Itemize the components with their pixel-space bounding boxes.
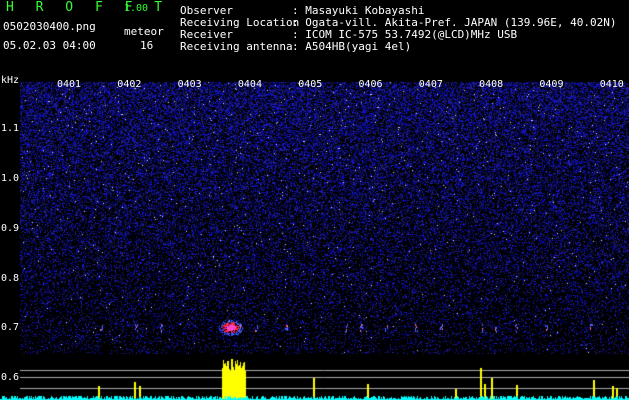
time-tick-0401: 0401	[57, 79, 82, 90]
time-tick-0404: 0404	[237, 79, 262, 90]
meteor-count: 16	[140, 39, 154, 52]
version: 1.00	[124, 3, 149, 14]
time-tick-0409: 0409	[539, 79, 564, 90]
info-antenna-key: Receiving antenna	[180, 40, 293, 53]
datetime: 05.02.03 04:00	[3, 39, 96, 52]
time-tick-0403: 0403	[177, 79, 202, 90]
freq-tick-1-1: 1.1	[1, 123, 20, 134]
time-tick-0408: 0408	[479, 79, 504, 90]
info-antenna-value: : A504HB(yagi 4el)	[292, 40, 412, 53]
freq-tick-0-6: 0.6	[1, 372, 20, 383]
freq-tick-0-7: 0.7	[1, 322, 20, 333]
khz-label: kHz	[1, 75, 20, 86]
freq-tick-1-0: 1.0	[1, 173, 20, 184]
time-tick-0402: 0402	[117, 79, 142, 90]
spectrogram	[0, 74, 629, 400]
time-tick-0405: 0405	[298, 79, 323, 90]
filename: 0502030400.png	[3, 20, 96, 33]
time-tick-0406: 0406	[358, 79, 383, 90]
freq-tick-0-9: 0.9	[1, 223, 20, 234]
time-tick-0410: 0410	[599, 79, 624, 90]
freq-tick-0-8: 0.8	[1, 273, 20, 284]
time-tick-0407: 0407	[418, 79, 443, 90]
meteor-label: meteor	[124, 25, 164, 38]
